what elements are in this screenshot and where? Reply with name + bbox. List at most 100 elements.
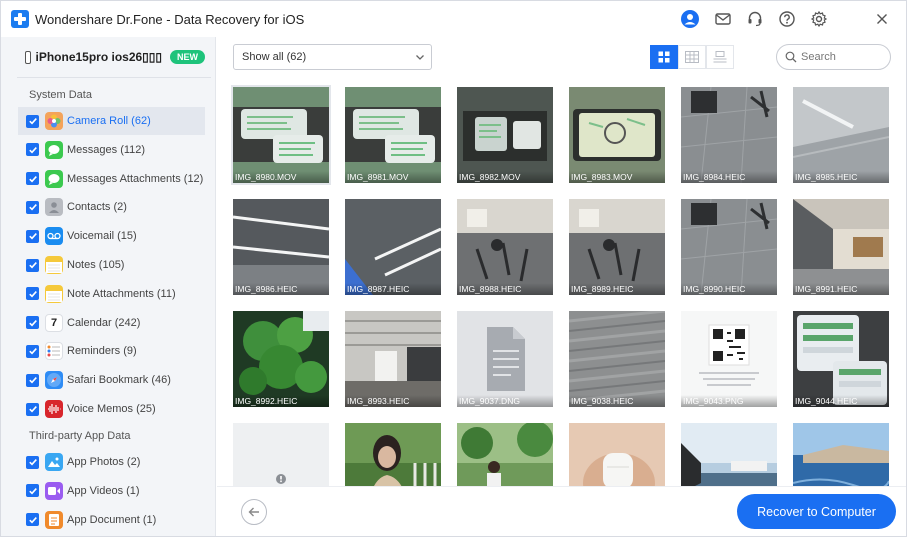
thumbnail-image — [793, 423, 889, 486]
photo-thumbnail[interactable]: IMG_8984.HEIC — [681, 87, 777, 183]
contacts-icon — [45, 198, 63, 217]
mail-icon[interactable] — [714, 10, 732, 28]
device-checkbox[interactable] — [25, 50, 32, 64]
photo-thumbnail[interactable]: IMG_9044.HEIC — [793, 311, 889, 407]
photo-thumbnail[interactable] — [681, 423, 777, 486]
sidebar-item-notes[interactable]: Notes (105) — [18, 251, 205, 279]
help-icon[interactable] — [778, 10, 796, 28]
photo-thumbnail[interactable]: IMG_9043.PNG — [681, 311, 777, 407]
photo-thumbnail[interactable]: IMG_8987.HEIC — [345, 199, 441, 295]
thumbnail-image — [681, 311, 777, 407]
category-checkbox[interactable] — [26, 172, 39, 186]
list-view-icon — [685, 51, 699, 63]
thumbnail-filename: IMG_8993.HEIC — [345, 395, 441, 407]
photo-thumbnail[interactable]: IMG_8992.HEIC — [233, 311, 329, 407]
photo-thumbnail[interactable]: IMG_8989.HEIC — [569, 199, 665, 295]
thumbnail-image — [793, 199, 889, 295]
thumbnail-image — [569, 87, 665, 183]
sidebar-item-notes[interactable]: Note Attachments (11) — [18, 280, 205, 308]
sidebar-item-voicemail[interactable]: Voicemail (15) — [18, 222, 205, 250]
sidebar-item-label: Note Attachments (11) — [67, 287, 176, 300]
messages-icon — [45, 140, 63, 159]
photo-thumbnail[interactable]: IMG_9038.HEIC — [569, 311, 665, 407]
photo-thumbnail[interactable]: IMG_8982.MOV — [457, 87, 553, 183]
sidebar-item-voice-memos[interactable]: Voice Memos (25) — [18, 395, 205, 423]
sidebar-item-calendar[interactable]: 7 Calendar (242) — [18, 309, 205, 337]
photo-thumbnail[interactable]: IMG_8980.MOV — [231, 85, 331, 185]
photo-thumbnail[interactable]: IMG_8993.HEIC — [345, 311, 441, 407]
thumbnail-filename: IMG_8990.HEIC — [681, 283, 777, 295]
sidebar-divider — [17, 77, 211, 78]
grid-view-button[interactable] — [650, 45, 678, 69]
category-checkbox[interactable] — [26, 316, 39, 330]
sidebar-item-app-document[interactable]: App Document (1) — [18, 506, 205, 534]
thumbnail-filename: IMG_8989.HEIC — [569, 283, 665, 295]
photo-thumbnail[interactable]: IMG_8991.HEIC — [793, 199, 889, 295]
photo-thumbnail[interactable]: IMG_8988.HEIC — [457, 199, 553, 295]
thumbnail-image — [569, 199, 665, 295]
sidebar-item-label: Voice Memos (25) — [67, 403, 156, 415]
category-checkbox[interactable] — [26, 114, 39, 128]
section-heading-system: System Data — [29, 89, 92, 101]
thumbnail-filename: IMG_8991.HEIC — [793, 283, 889, 295]
category-checkbox[interactable] — [26, 484, 39, 498]
reminders-icon — [45, 342, 63, 361]
grid-view-icon — [658, 51, 670, 63]
category-checkbox[interactable] — [26, 344, 39, 358]
photo-thumbnail[interactable] — [793, 423, 889, 486]
thumbnail-filename: IMG_8984.HEIC — [681, 171, 777, 183]
thumbnail-image — [569, 423, 665, 486]
thumbnail-image — [345, 311, 441, 407]
photo-thumbnail[interactable]: IMG_9037.DNG — [457, 311, 553, 407]
sidebar-item-reminders[interactable]: Reminders (9) — [18, 337, 205, 365]
sidebar-item-label: Contacts (2) — [67, 201, 127, 214]
sidebar-item-photos[interactable]: Camera Roll (62) — [18, 107, 205, 135]
photo-thumbnail[interactable] — [569, 423, 665, 486]
category-checkbox[interactable] — [26, 258, 39, 272]
sidebar-item-contacts[interactable]: Contacts (2) — [18, 193, 205, 221]
search-icon — [785, 51, 797, 63]
thumbnail-filename: IMG_9037.DNG — [457, 395, 553, 407]
sidebar-item-label: Calendar (242) — [67, 316, 141, 329]
account-icon[interactable] — [681, 10, 699, 28]
app-document-icon — [45, 510, 63, 529]
arrow-left-icon — [248, 507, 259, 517]
thumbnail-filename: IMG_8981.MOV — [345, 171, 441, 183]
support-headset-icon[interactable] — [746, 10, 764, 28]
photo-thumbnail[interactable]: IMG_8990.HEIC — [681, 199, 777, 295]
search-box[interactable] — [776, 44, 891, 70]
settings-gear-icon[interactable] — [810, 10, 828, 28]
recover-to-computer-button[interactable]: Recover to Computer — [737, 494, 896, 529]
category-checkbox[interactable] — [26, 455, 39, 469]
category-checkbox[interactable] — [26, 402, 39, 416]
back-button[interactable] — [241, 499, 267, 525]
photo-thumbnail[interactable]: IMG_8983.MOV — [569, 87, 665, 183]
photo-thumbnail[interactable] — [457, 423, 553, 486]
list-view-button[interactable] — [678, 45, 706, 69]
sidebar-item-label: Voicemail (15) — [67, 230, 137, 243]
device-selector[interactable]: iPhone15pro ios26▯▯▯ NEW — [25, 48, 205, 66]
photo-thumbnail[interactable] — [345, 423, 441, 486]
photo-thumbnail[interactable]: IMG_8981.MOV — [345, 87, 441, 183]
category-checkbox[interactable] — [26, 143, 39, 157]
photo-thumbnail[interactable]: IMG_8986.HEIC — [233, 199, 329, 295]
photo-thumbnail[interactable]: IMG_8985.HEIC — [793, 87, 889, 183]
category-checkbox[interactable] — [26, 200, 39, 214]
thumbnail-filename: IMG_8983.MOV — [569, 171, 665, 183]
category-checkbox[interactable] — [26, 373, 39, 387]
sidebar-item-app-photos[interactable]: App Photos (2) — [18, 448, 205, 476]
category-checkbox[interactable] — [26, 513, 39, 527]
category-checkbox[interactable] — [26, 229, 39, 243]
drfone-logo-icon — [11, 10, 29, 28]
close-icon[interactable] — [873, 10, 891, 28]
photo-thumbnail[interactable] — [233, 423, 329, 486]
category-checkbox[interactable] — [26, 287, 39, 301]
sidebar-item-safari[interactable]: Safari Bookmark (46) — [18, 366, 205, 394]
search-input[interactable] — [801, 51, 881, 63]
sidebar-item-app-videos[interactable]: App Videos (1) — [18, 477, 205, 505]
sidebar-item-messages[interactable]: Messages Attachments (12) — [18, 165, 205, 193]
detail-view-button[interactable] — [706, 45, 734, 69]
sidebar-item-messages[interactable]: Messages (112) — [18, 136, 205, 164]
filter-dropdown[interactable]: Show all (62) — [233, 44, 432, 70]
calendar-icon: 7 — [45, 313, 63, 332]
